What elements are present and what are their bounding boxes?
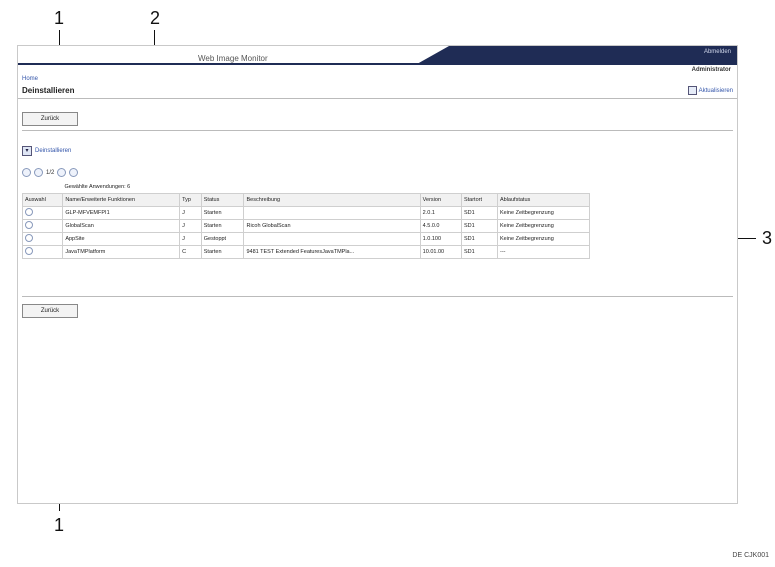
page-title: Deinstallieren [22,86,75,95]
col-version: Version [419,193,462,207]
cell-status: Starten [200,206,245,220]
cell-desc [243,232,421,246]
select-radio[interactable] [25,221,33,229]
page-indicator: 1/2 [46,169,55,176]
user-name: Administrator [691,67,731,73]
select-radio[interactable] [25,247,33,255]
col-beschreibung: Beschreibung [243,193,421,207]
col-name: Name/Erweiterte Funktionen [62,193,181,207]
cell-version: 10.01.00 [419,245,462,259]
table-row: AppSite J Gestoppt 1.0.100 SD1 Keine Zei… [21,232,591,246]
prev-page-icon[interactable] [34,168,43,177]
callout-3: 3 [762,228,773,248]
header: Web Image Monitor Abmelden Administrator… [18,46,737,82]
user-line: Administrator [668,67,731,73]
divider-top [22,130,733,131]
cell-ablauf: Keine Zeitbegrenzung [496,232,591,246]
cell-ablauf: Keine Zeitbegrenzung [496,219,591,233]
table-caption: Gewählte Anwendungen: 6 [64,184,131,190]
cell-typ: J [179,206,202,220]
cell-name: GlobalScan [62,219,181,233]
cell-status: Gestoppt [200,232,245,246]
header-rule [18,63,737,65]
cell-desc [243,206,421,220]
col-typ: Typ [179,193,202,207]
cell-version: 2.0.1 [419,206,462,220]
cell-start: SD1 [460,245,498,259]
table-row: GlobalScan J Starten Ricoh GlobalScan 4.… [21,219,591,233]
divider-bottom [22,296,733,297]
back-button-bottom[interactable]: Zurück [22,304,78,318]
callout-2: 2 [150,8,161,28]
cell-typ: J [179,219,202,233]
logout-link[interactable]: Abmelden [704,49,731,55]
table-row: GLP-MFVEMFPI1 J Starten 2.0.1 SD1 Keine … [21,206,591,220]
pager: 1/2 [22,168,79,177]
refresh-label: Aktualisieren [698,87,733,94]
cell-desc: Ricoh GlobalScan [243,219,421,233]
cell-start: SD1 [460,232,498,246]
table-row: JavaTMPlatform C Starten 9481 TEST Exten… [21,245,591,259]
cell-status: Starten [200,245,245,259]
col-startort: Startort [460,193,498,207]
back-button-top[interactable]: Zurück [22,112,78,126]
cell-ablauf: Keine Zeitbegrenzung [496,206,591,220]
callout-1-bottom: 1 [54,515,65,535]
browser-frame: Web Image Monitor Abmelden Administrator… [17,45,738,504]
cell-ablauf: --- [496,245,591,259]
cell-status: Starten [200,219,245,233]
image-code: DE CJK001 [732,552,769,559]
cell-version: 1.0.100 [419,232,462,246]
cell-desc: 9481 TEST Extended FeaturesJavaTMPla... [243,245,421,259]
first-page-icon[interactable] [22,168,31,177]
cell-name: JavaTMPlatform [62,245,181,259]
refresh-link[interactable]: Aktualisieren [687,86,733,95]
cell-version: 4.5.0.0 [419,219,462,233]
select-radio[interactable] [25,234,33,242]
col-status: Status [200,193,245,207]
cell-start: SD1 [460,206,498,220]
table-caption-row: Gewählte Anwendungen: 6 [23,181,590,194]
next-page-icon[interactable] [57,168,67,177]
col-auswahl: Auswahl [21,193,64,207]
cell-name: AppSite [62,232,181,246]
callout-1-top: 1 [54,8,65,28]
cell-start: SD1 [460,219,498,233]
cell-name: GLP-MFVEMFPI1 [62,206,181,220]
table-header-row: Auswahl Name/Erweiterte Funktionen Typ S… [21,193,591,207]
application-table: Gewählte Anwendungen: 6 Auswahl Name/Erw… [21,181,591,259]
deinstall-link[interactable]: ▾ Deinstallieren [22,146,71,156]
title-bar: Deinstallieren Aktualisieren [18,84,737,99]
last-page-icon[interactable] [69,168,79,177]
header-links: Abmelden [686,49,731,55]
col-ablaufstatus: Ablaufstatus [496,193,591,207]
home-link[interactable]: Home [22,76,38,82]
cell-typ: J [179,232,202,246]
deinstall-icon: ▾ [22,146,32,156]
cell-typ: C [179,245,202,259]
select-radio[interactable] [25,208,33,216]
deinstall-label: Deinstallieren [35,148,72,154]
refresh-icon [687,86,697,95]
app-title: Web Image Monitor [198,54,268,63]
